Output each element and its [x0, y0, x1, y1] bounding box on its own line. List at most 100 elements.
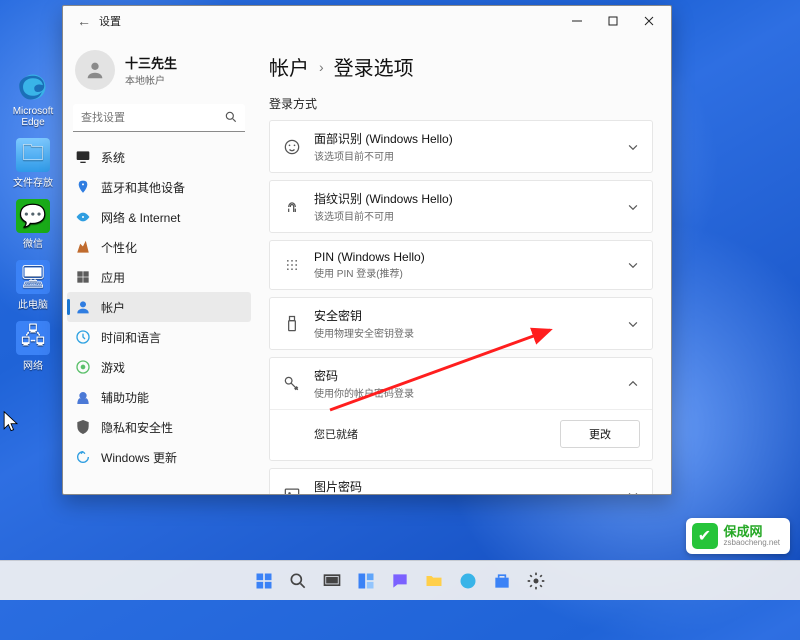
widgets-icon[interactable]	[352, 567, 380, 595]
option-row[interactable]: 安全密钥使用物理安全密钥登录	[270, 298, 652, 349]
profile[interactable]: 十三先生 本地帐户	[67, 40, 251, 104]
monitor-icon: 🖥	[16, 260, 50, 294]
taskbar[interactable]	[0, 560, 800, 600]
sidebar-nav: 系统蓝牙和其他设备网络 & Internet 个性化应用帐户时间和语言游戏辅助功能…	[67, 142, 251, 488]
chat-icon[interactable]	[386, 567, 414, 595]
store-icon[interactable]	[488, 567, 516, 595]
desktop-icon-label: 网络	[0, 357, 66, 372]
option-row[interactable]: 指纹识别 (Windows Hello)该选项目前不可用	[270, 181, 652, 232]
sidebar-item-2[interactable]: 网络 & Internet	[67, 202, 251, 232]
breadcrumb-root[interactable]: 帐户	[269, 52, 309, 81]
sidebar-item-7[interactable]: 游戏	[67, 352, 251, 382]
chevron-up-icon	[626, 377, 640, 391]
sidebar-item-5[interactable]: 帐户	[67, 292, 251, 322]
option-row[interactable]: 面部识别 (Windows Hello)该选项目前不可用	[270, 121, 652, 172]
explorer-icon[interactable]	[420, 567, 448, 595]
chevron-down-icon	[626, 488, 640, 495]
search-input[interactable]	[73, 104, 245, 132]
profile-name: 十三先生	[125, 53, 177, 72]
edge-icon	[16, 70, 50, 104]
sidebar-item-1[interactable]: 蓝牙和其他设备	[67, 172, 251, 202]
nav-icon	[75, 449, 91, 465]
pin-icon	[282, 255, 302, 275]
desktop-icon-wechat[interactable]: 💬 微信	[0, 199, 66, 250]
desktop-icons: Microsoft Edge 🗀 文件存放 💬 微信 🖥 此电脑 🖧 网络	[0, 0, 66, 382]
nav-icon	[75, 329, 91, 345]
sidebar-item-4[interactable]: 应用	[67, 262, 251, 292]
face-icon	[282, 137, 302, 157]
option-row[interactable]: 密码使用你的帐户密码登录	[270, 358, 652, 409]
sidebar: 十三先生 本地帐户 系统蓝牙和其他设备网络 & Internet 个性化应用帐户时…	[63, 36, 255, 494]
option-desc: 使用物理安全密钥登录	[314, 325, 614, 340]
start-button[interactable]	[250, 567, 278, 595]
breadcrumb: 帐户 › 登录选项	[269, 52, 653, 81]
minimize-button[interactable]	[559, 6, 595, 36]
option-title: 安全密钥	[314, 307, 614, 324]
nav-icon	[75, 389, 91, 405]
nav-icon	[75, 269, 91, 285]
search-icon	[224, 110, 238, 124]
nav-icon	[75, 209, 91, 225]
network-icon: 🖧	[16, 321, 50, 355]
sidebar-item-8[interactable]: 辅助功能	[67, 382, 251, 412]
sidebar-item-label: 系统	[101, 149, 125, 166]
fingerprint-icon	[282, 197, 302, 217]
signin-option-picture: 图片密码轻扫并点击你最喜爱的照片以解锁设备	[269, 468, 653, 494]
titlebar: ← 设置	[63, 6, 671, 36]
desktop-icon-label: 微信	[0, 235, 66, 250]
nav-icon	[75, 299, 91, 315]
sidebar-item-label: Windows 更新	[101, 449, 177, 466]
desktop-icon-label: Microsoft Edge	[0, 106, 66, 128]
nav-icon	[75, 359, 91, 375]
desktop-icon-edge[interactable]: Microsoft Edge	[0, 70, 66, 128]
option-title: 密码	[314, 367, 614, 384]
signin-option-usb: 安全密钥使用物理安全密钥登录	[269, 297, 653, 350]
desktop-icon-thispc[interactable]: 🖥 此电脑	[0, 260, 66, 311]
desktop-icon-label: 此电脑	[0, 296, 66, 311]
sidebar-item-label: 网络 & Internet	[101, 209, 180, 226]
window-title: 设置	[95, 13, 559, 29]
close-button[interactable]	[631, 6, 667, 36]
sidebar-item-3[interactable]: 个性化	[67, 232, 251, 262]
option-row[interactable]: PIN (Windows Hello)使用 PIN 登录(推荐)	[270, 241, 652, 289]
sidebar-item-10[interactable]: Windows 更新	[67, 442, 251, 472]
section-heading: 登录方式	[269, 95, 653, 112]
edge-taskbar-icon[interactable]	[454, 567, 482, 595]
option-title: PIN (Windows Hello)	[314, 250, 614, 264]
option-title: 面部识别 (Windows Hello)	[314, 130, 614, 147]
signin-option-pin: PIN (Windows Hello)使用 PIN 登录(推荐)	[269, 240, 653, 290]
picture-icon	[282, 485, 302, 495]
desktop-icon-label: 文件存放	[0, 174, 66, 189]
change-button[interactable]: 更改	[560, 420, 640, 448]
back-button[interactable]: ←	[73, 13, 95, 29]
shield-icon: ✔	[692, 523, 718, 549]
option-row[interactable]: 图片密码轻扫并点击你最喜爱的照片以解锁设备	[270, 469, 652, 494]
search-box[interactable]	[73, 104, 245, 132]
desktop-icon-network[interactable]: 🖧 网络	[0, 321, 66, 372]
desktop-icon-folder[interactable]: 🗀 文件存放	[0, 138, 66, 189]
signin-option-face: 面部识别 (Windows Hello)该选项目前不可用	[269, 120, 653, 173]
maximize-button[interactable]	[595, 6, 631, 36]
chevron-down-icon	[626, 200, 640, 214]
nav-icon	[75, 149, 91, 165]
settings-window: ← 设置 十三先生 本地帐户 系统蓝牙和其他设备网络 & Internet 个性化…	[62, 5, 672, 495]
taskbar-search-icon[interactable]	[284, 567, 312, 595]
sidebar-item-label: 隐私和安全性	[101, 419, 173, 436]
wechat-icon: 💬	[16, 199, 50, 233]
chevron-down-icon	[626, 258, 640, 272]
settings-taskbar-icon[interactable]	[522, 567, 550, 595]
option-desc: 使用 PIN 登录(推荐)	[314, 265, 614, 280]
sidebar-item-6[interactable]: 时间和语言	[67, 322, 251, 352]
option-desc: 该选项目前不可用	[314, 208, 614, 223]
mouse-cursor	[2, 410, 20, 437]
option-desc: 使用你的帐户密码登录	[314, 385, 614, 400]
task-view-icon[interactable]	[318, 567, 346, 595]
sidebar-item-0[interactable]: 系统	[67, 142, 251, 172]
watermark-name: 保成网	[724, 525, 781, 538]
chevron-down-icon	[626, 317, 640, 331]
nav-icon	[75, 419, 91, 435]
option-title: 图片密码	[314, 478, 614, 494]
sidebar-item-9[interactable]: 隐私和安全性	[67, 412, 251, 442]
nav-icon	[75, 179, 91, 195]
signin-option-fingerprint: 指纹识别 (Windows Hello)该选项目前不可用	[269, 180, 653, 233]
